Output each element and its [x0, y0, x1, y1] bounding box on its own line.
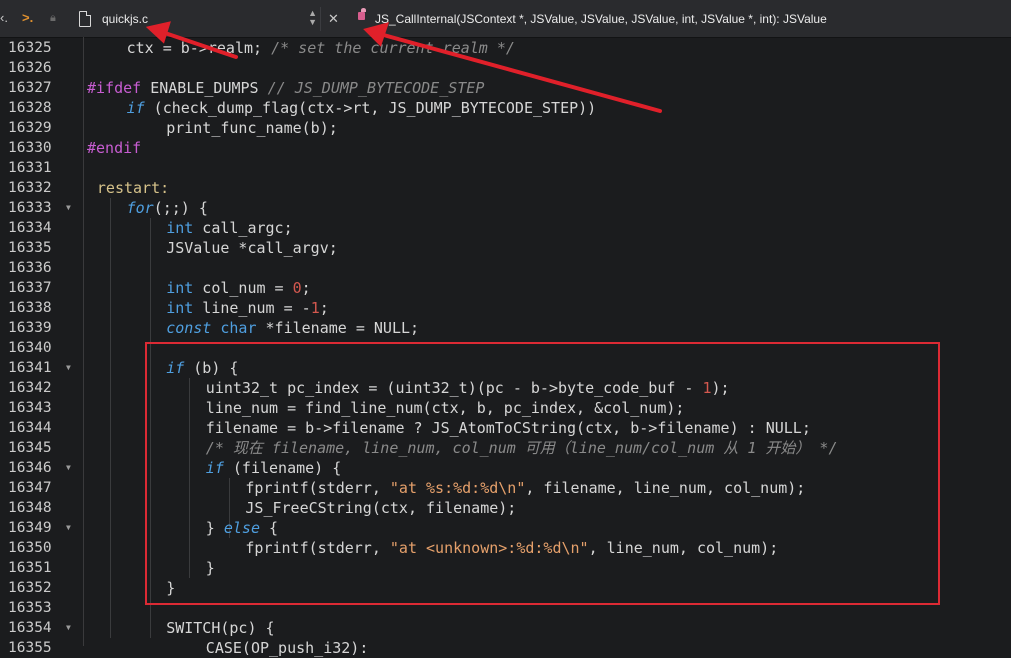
fold-toggle-icon[interactable]: ▼: [66, 458, 75, 478]
line-number: 16329: [8, 120, 52, 136]
code-line[interactable]: int col_num = 0;: [166, 278, 311, 298]
indent-guide: [110, 198, 112, 638]
line-number: 16340: [8, 340, 52, 356]
line-number: 16348: [8, 500, 52, 516]
line-number: 16326: [8, 60, 52, 76]
line-number: 16351: [8, 560, 52, 576]
code-line[interactable]: if (check_dump_flag(ctx->rt, JS_DUMP_BYT…: [127, 98, 597, 118]
line-number: 16345: [8, 440, 52, 456]
nav-forward-icon[interactable]: >.: [22, 10, 33, 26]
line-number: 16330: [8, 140, 52, 156]
highlight-box: [145, 342, 940, 605]
line-number: 16344: [8, 420, 52, 436]
code-line[interactable]: int line_num = -1;: [166, 298, 329, 318]
code-line[interactable]: JSValue *call_argv;: [166, 238, 338, 258]
code-editor[interactable]: 16325 16326 16327 16328 16329 16330 16331 16332…: [0, 37, 1011, 657]
line-number: 16335: [8, 240, 52, 256]
line-number: 16336: [8, 260, 52, 276]
line-number: 16343: [8, 400, 52, 416]
line-number: 16325: [8, 40, 52, 56]
code-line[interactable]: restart:: [97, 178, 169, 198]
code-line[interactable]: print_func_name(b);: [166, 118, 338, 138]
line-number: 16341: [8, 360, 52, 376]
line-number: 16328: [8, 100, 52, 116]
line-number: 16353: [8, 600, 52, 616]
fold-toggle-icon[interactable]: ▼: [66, 358, 75, 378]
code-line[interactable]: CASE(OP_push_i32):: [206, 638, 369, 658]
line-number: 16350: [8, 540, 52, 556]
line-number: 16355: [8, 640, 52, 656]
line-number: 16331: [8, 160, 52, 176]
nav-back-icon[interactable]: ‹.: [0, 10, 8, 26]
line-number: 16332: [8, 180, 52, 196]
file-selector[interactable]: quickjs.c ▲ ▼: [75, 7, 321, 31]
line-number: 16352: [8, 580, 52, 596]
fold-toggle-icon[interactable]: ▼: [66, 198, 75, 218]
line-number: 16347: [8, 480, 52, 496]
line-number: 16349: [8, 520, 52, 536]
fold-toggle-icon[interactable]: ▼: [66, 618, 75, 638]
code-line[interactable]: #endif: [87, 138, 141, 158]
code-line[interactable]: SWITCH(pc) {: [166, 618, 274, 638]
line-number: 16334: [8, 220, 52, 236]
code-line[interactable]: for(;;) {: [127, 198, 208, 218]
line-number: 16346: [8, 460, 52, 476]
line-number: 16333: [8, 200, 52, 216]
line-number: 16354: [8, 620, 52, 636]
line-number: 16327: [8, 80, 52, 96]
line-number: 16342: [8, 380, 52, 396]
line-number: 16339: [8, 320, 52, 336]
gutter-separator: [83, 37, 84, 646]
code-line[interactable]: ctx = b->realm; /* set the current realm…: [127, 38, 515, 58]
file-dropdown-icon[interactable]: ▲ ▼: [308, 9, 317, 27]
function-icon: [358, 8, 366, 20]
file-icon: [79, 11, 91, 27]
code-line[interactable]: const char *filename = NULL;: [166, 318, 419, 338]
file-name: quickjs.c: [102, 12, 149, 26]
editor-toolbar: ‹. >. 🔒︎ quickjs.c ▲ ▼ ✕ JS_CallInternal(…: [0, 0, 1011, 38]
line-number: 16338: [8, 300, 52, 316]
close-icon[interactable]: ✕: [328, 12, 339, 25]
lock-icon: 🔒︎: [50, 12, 56, 24]
code-line[interactable]: int call_argc;: [166, 218, 292, 238]
function-selector[interactable]: JS_CallInternal(JSContext *, JSValue, JS…: [348, 7, 1008, 31]
line-number: 16337: [8, 280, 52, 296]
fold-toggle-icon[interactable]: ▼: [66, 518, 75, 538]
function-signature: JS_CallInternal(JSContext *, JSValue, JS…: [375, 12, 827, 26]
code-line[interactable]: #ifdef ENABLE_DUMPS // JS_DUMP_BYTECODE_…: [87, 78, 484, 98]
